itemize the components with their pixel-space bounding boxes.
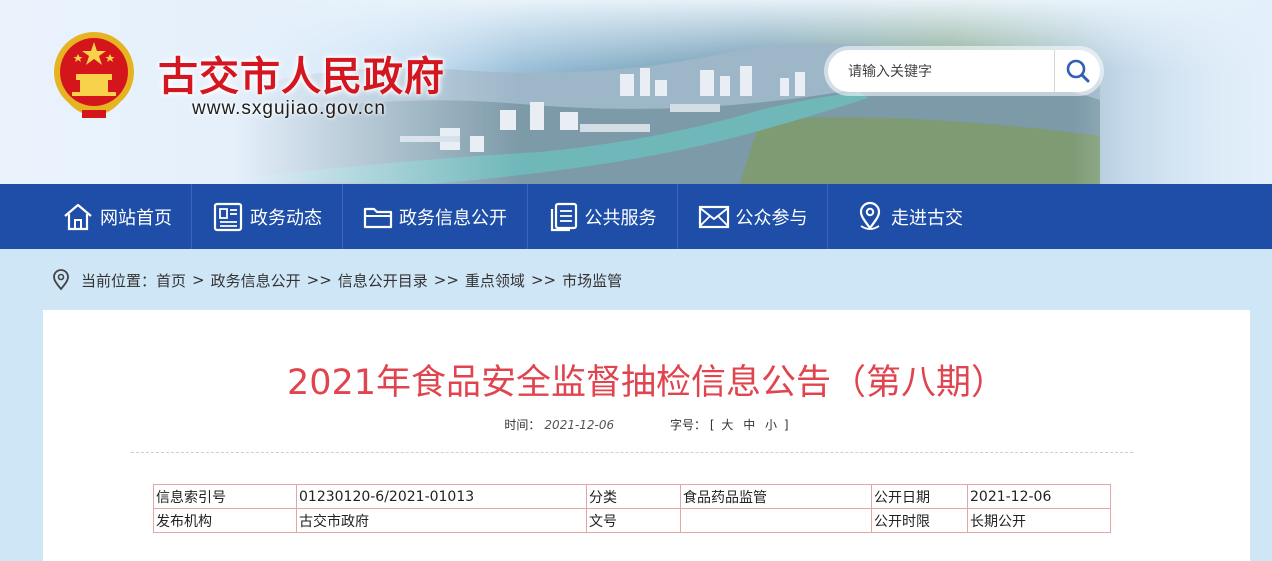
doc-number-value bbox=[680, 508, 872, 533]
disclosure-term-label: 公开时限 bbox=[871, 508, 968, 533]
index-label: 信息索引号 bbox=[153, 484, 297, 509]
nav-label: 公众参与 bbox=[735, 207, 808, 229]
table-row: 发布机构 古交市政府 文号 公开时限 长期公开 bbox=[153, 508, 1111, 533]
nav-item-news[interactable]: 政务动态 bbox=[192, 184, 343, 249]
font-size-small-button[interactable]: 小 bbox=[765, 418, 777, 432]
bracket-close: ] bbox=[783, 418, 789, 432]
breadcrumb-separator: >> bbox=[530, 271, 557, 289]
org-label: 发布机构 bbox=[153, 508, 297, 533]
breadcrumb: 当前位置： 首页 > 政务信息公开 >> 信息公开目录 >> 重点领域 >> 市… bbox=[51, 268, 622, 292]
article-meta: 时间： 2021-12-06 字号： [ 大 中 小 ] bbox=[43, 416, 1250, 433]
table-row: 信息索引号 01230120-6/2021-01013 分类 食品药品监管 公开… bbox=[153, 484, 1111, 509]
font-size-label: 字号： bbox=[670, 418, 707, 432]
font-size-medium-button[interactable]: 中 bbox=[743, 418, 755, 432]
national-emblem-logo bbox=[54, 32, 134, 118]
nav-item-participation[interactable]: 公众参与 bbox=[678, 184, 828, 249]
mail-icon bbox=[698, 205, 729, 228]
category-value: 食品药品监管 bbox=[680, 484, 872, 509]
breadcrumb-prefix: 当前位置： bbox=[81, 271, 157, 290]
dashed-divider bbox=[131, 452, 1133, 453]
index-value: 01230120-6/2021-01013 bbox=[296, 484, 587, 509]
breadcrumb-market-supervision[interactable]: 市场监管 bbox=[562, 270, 622, 291]
breadcrumb-separator: > bbox=[192, 271, 205, 289]
site-title: 古交市人民政府 bbox=[158, 53, 445, 100]
site-header: 古交市人民政府 www.sxgujiao.gov.cn bbox=[0, 0, 1272, 184]
category-label: 分类 bbox=[586, 484, 681, 509]
article-panel: 2021年食品安全监督抽检信息公告（第八期） 时间： 2021-12-06 字号：… bbox=[43, 310, 1250, 561]
search-box bbox=[828, 50, 1100, 92]
publish-date-label: 公开日期 bbox=[871, 484, 968, 509]
nav-label: 公共服务 bbox=[584, 207, 657, 229]
org-value: 古交市政府 bbox=[296, 508, 587, 533]
breadcrumb-home[interactable]: 首页 bbox=[156, 270, 186, 291]
nav-label: 政务信息公开 bbox=[399, 207, 507, 229]
doc-number-label: 文号 bbox=[586, 508, 681, 533]
nav-item-public-service[interactable]: 公共服务 bbox=[528, 184, 678, 249]
site-url: www.sxgujiao.gov.cn bbox=[192, 98, 386, 119]
nav-item-home[interactable]: 网站首页 bbox=[43, 184, 192, 249]
search-icon bbox=[1066, 59, 1089, 83]
news-icon bbox=[213, 202, 243, 231]
breadcrumb-separator: >> bbox=[433, 271, 459, 289]
location-pin-icon bbox=[53, 269, 69, 291]
publish-date-value: 2021-12-06 bbox=[967, 484, 1111, 509]
breadcrumb-gov-info[interactable]: 政务信息公开 bbox=[211, 270, 301, 291]
search-input[interactable] bbox=[828, 51, 1054, 91]
font-size-large-button[interactable]: 大 bbox=[721, 418, 733, 432]
bracket-open: [ bbox=[709, 418, 715, 432]
breadcrumb-key-areas[interactable]: 重点领域 bbox=[465, 270, 525, 291]
info-table: 信息索引号 01230120-6/2021-01013 分类 食品药品监管 公开… bbox=[153, 484, 1111, 533]
home-icon bbox=[64, 203, 92, 230]
search-button[interactable] bbox=[1054, 50, 1100, 92]
breadcrumb-catalog[interactable]: 信息公开目录 bbox=[338, 270, 428, 291]
nav-item-about-gujiao[interactable]: 走进古交 bbox=[828, 184, 990, 249]
folder-icon bbox=[363, 207, 393, 228]
document-icon bbox=[550, 202, 577, 231]
breadcrumb-separator: >> bbox=[306, 271, 332, 289]
article-title: 2021年食品安全监督抽检信息公告（第八期） bbox=[286, 363, 1007, 403]
header-fade-right bbox=[1072, 0, 1272, 184]
nav-label: 网站首页 bbox=[100, 207, 172, 229]
nav-label: 政务动态 bbox=[250, 207, 322, 229]
location-icon bbox=[859, 201, 881, 230]
time-label: 时间： bbox=[504, 418, 541, 432]
nav-label: 走进古交 bbox=[891, 207, 963, 229]
nav-item-gov-info[interactable]: 政务信息公开 bbox=[343, 184, 528, 249]
publish-date: 2021-12-06 bbox=[544, 418, 615, 432]
main-nav: 网站首页 政务动态 政务信息公开 公共服务 公众参与 走进古交 bbox=[0, 184, 1272, 249]
disclosure-term-value: 长期公开 bbox=[967, 508, 1111, 533]
